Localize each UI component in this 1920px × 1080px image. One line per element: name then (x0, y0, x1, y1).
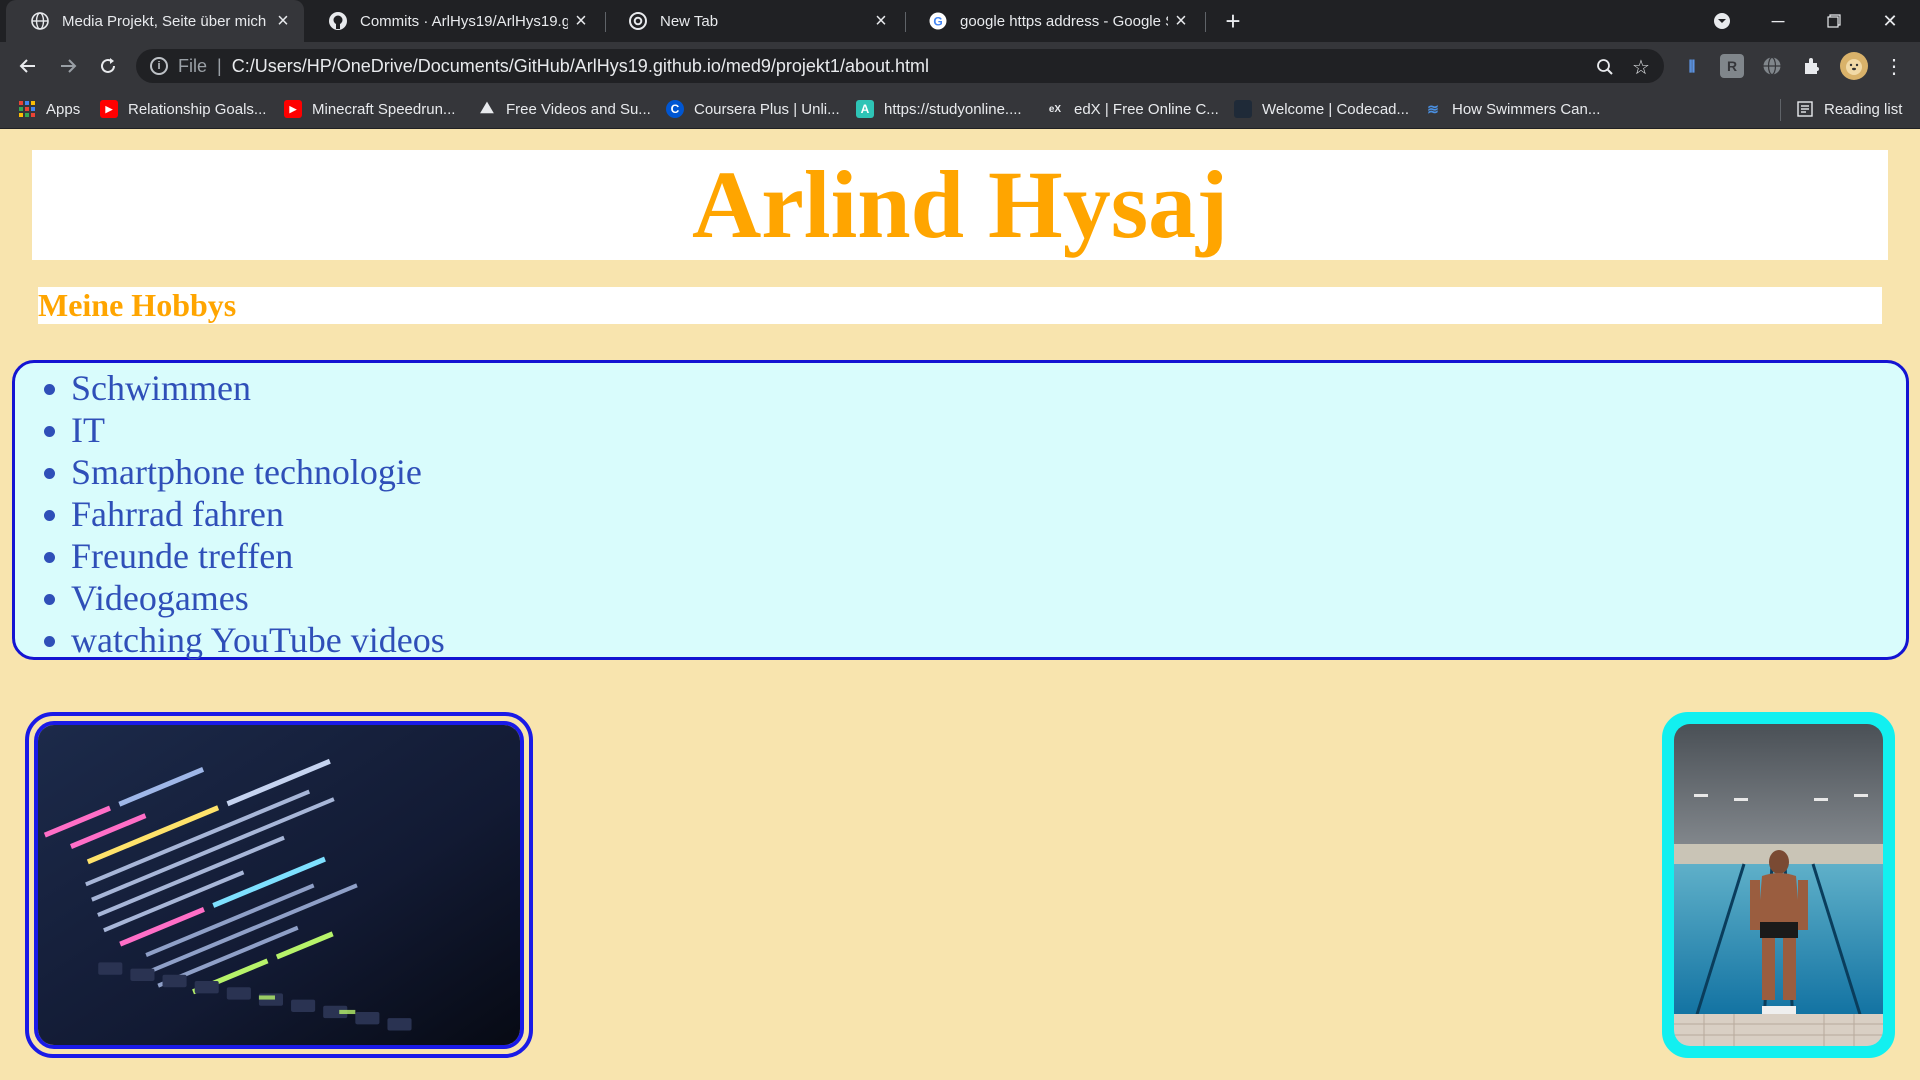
forward-arrow-icon (61, 59, 77, 73)
reading-list-icon (1796, 100, 1814, 118)
swim-icon: ≋ (1427, 100, 1439, 117)
zoom-icon[interactable] (1594, 56, 1616, 78)
bookmark-label: Welcome | Codecad... (1262, 100, 1410, 118)
bookmark-apps[interactable]: Apps (18, 97, 80, 121)
hobby-item: Videogames (44, 577, 1906, 619)
reading-list-label: Reading list (1824, 100, 1903, 118)
bookmark-label: edX | Free Online C... (1074, 100, 1219, 118)
page-content: Arlind Hysaj Meine Hobbys Schwimmen IT S… (0, 130, 1920, 1080)
hobbies-list-box: Schwimmen IT Smartphone technologie Fahr… (12, 360, 1909, 660)
globe-icon (30, 11, 50, 31)
site-info-icon[interactable]: i (150, 57, 168, 75)
github-icon (328, 11, 348, 31)
bookmark-relationship-goals[interactable]: ▶ Relationship Goals... (100, 97, 266, 121)
back-arrow-icon (19, 59, 35, 73)
extension-globe-icon[interactable] (1760, 54, 1784, 78)
study-icon: A (856, 100, 874, 118)
url-text: C:/Users/HP/OneDrive/Documents/GitHub/Ar… (231, 55, 929, 76)
tab-separator (1205, 12, 1206, 32)
restore-button[interactable] (1806, 0, 1862, 42)
coursera-icon: C (666, 100, 684, 118)
reload-button[interactable] (92, 50, 124, 82)
hobby-item: IT (44, 409, 1906, 451)
bookmark-label: https://studyonline.... (884, 100, 1022, 118)
tab-close-icon[interactable]: × (868, 10, 894, 33)
tab-close-icon[interactable]: × (270, 10, 296, 33)
code-image (34, 721, 524, 1049)
bookmark-label: Coursera Plus | Unli... (694, 100, 840, 118)
menu-kebab-icon[interactable]: ⋮ (1878, 50, 1910, 82)
back-button[interactable] (12, 50, 44, 82)
tab-commits[interactable]: Commits · ArlHys19/ArlHys19.git × (304, 0, 602, 42)
extension-stats-icon[interactable]: ⫼ (1680, 54, 1704, 78)
codecademy-icon (1234, 100, 1252, 118)
tab-title: Media Projekt, Seite über mich (62, 12, 267, 30)
hobbies-heading-box: Meine Hobbys (38, 287, 1882, 324)
bookmark-label: Free Videos and Su... (506, 100, 651, 118)
extension-r-icon[interactable]: R (1720, 54, 1744, 78)
new-tab-button[interactable]: + (1218, 6, 1248, 36)
tab-title: google https address - Google S (960, 12, 1168, 30)
tab-google-search[interactable]: G google https address - Google S × (904, 0, 1202, 42)
apps-grid-icon (18, 100, 36, 118)
bookmark-edx[interactable]: eX edX | Free Online C... (1046, 97, 1219, 121)
swimmer-image-frame (1662, 712, 1895, 1058)
bookmark-minecraft-speedrun[interactable]: ▶ Minecraft Speedrun... (284, 97, 455, 121)
tab-close-icon[interactable]: × (1168, 10, 1194, 33)
youtube-icon: ▶ (100, 100, 118, 118)
svg-text:G: G (933, 15, 942, 29)
extensions-puzzle-icon[interactable] (1800, 54, 1824, 78)
star-bookmark-icon[interactable]: ☆ (1630, 56, 1652, 79)
bookmark-codecademy[interactable]: Welcome | Codecad... (1234, 97, 1409, 121)
bookmarks-bar: Apps ▶ Relationship Goals... ▶ Minecraft… (0, 89, 1920, 129)
youtube-icon: ▶ (284, 100, 302, 118)
tab-media-projekt[interactable]: Media Projekt, Seite über mich × (6, 0, 304, 42)
bookmark-swimmers[interactable]: ≋ How Swimmers Can... (1424, 97, 1600, 121)
page-header: Arlind Hysaj (32, 150, 1888, 260)
page-title: Arlind Hysaj (691, 151, 1229, 258)
bookmark-label: Apps (46, 100, 81, 118)
minimize-button[interactable]: ─ (1750, 0, 1806, 42)
bookmark-label: Minecraft Speedrun... (312, 100, 456, 118)
code-image-frame (25, 712, 533, 1058)
edx-icon: eX (1048, 103, 1062, 115)
url-separator: | (217, 55, 222, 76)
reload-icon (101, 58, 115, 73)
close-window-button[interactable]: ✕ (1862, 0, 1918, 42)
bookmarks-divider (1780, 99, 1781, 121)
tab-title: New Tab (660, 12, 719, 30)
chrome-icon (628, 11, 648, 31)
tab-search-button[interactable] (1694, 0, 1750, 42)
hobby-item: Schwimmen (44, 367, 1906, 409)
restore-icon (1827, 14, 1841, 28)
hobby-item: Fahrrad fahren (44, 493, 1906, 535)
address-bar[interactable]: i File | C:/Users/HP/OneDrive/Documents/… (136, 49, 1664, 83)
hobby-item: Freunde treffen (44, 535, 1906, 577)
bookmark-studyonline[interactable]: A https://studyonline.... (856, 97, 1022, 121)
url-scheme: File (178, 55, 208, 76)
tab-new-tab[interactable]: New Tab × (604, 0, 902, 42)
hobby-item: Smartphone technologie (44, 451, 1906, 493)
hobbies-list: Schwimmen IT Smartphone technologie Fahr… (15, 363, 1906, 661)
hobby-item: watching YouTube videos (44, 619, 1906, 661)
bookmark-label: How Swimmers Can... (1452, 100, 1601, 118)
chevron-down-icon (1714, 13, 1730, 29)
swimmer-image (1674, 724, 1883, 1046)
bookmark-free-videos[interactable]: ⛰ Free Videos and Su... (478, 97, 651, 121)
forward-button[interactable] (52, 50, 84, 82)
tab-strip: Media Projekt, Seite über mich × Commits… (0, 0, 1920, 42)
bookmark-coursera[interactable]: C Coursera Plus | Unli... (666, 97, 840, 121)
tab-title: Commits · ArlHys19/ArlHys19.git (360, 12, 568, 30)
hobbies-heading: Meine Hobbys (38, 287, 237, 323)
tab-close-icon[interactable]: × (568, 10, 594, 33)
google-icon: G (928, 11, 948, 31)
reading-list-button[interactable]: Reading list (1796, 97, 1902, 121)
bookmark-label: Relationship Goals... (128, 100, 267, 118)
pexels-icon: ⛰ (480, 100, 494, 117)
browser-toolbar: i File | C:/Users/HP/OneDrive/Documents/… (0, 42, 1920, 89)
profile-avatar[interactable] (1840, 52, 1868, 80)
